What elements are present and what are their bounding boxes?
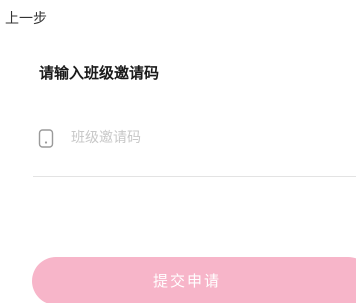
back-button[interactable]: 上一步 <box>5 9 47 29</box>
phone-icon <box>38 126 54 150</box>
submit-button[interactable]: 提交申请 <box>32 257 356 303</box>
invite-code-input[interactable] <box>71 126 341 150</box>
invite-code-page: 上一步 请输入班级邀请码 提交申请 <box>0 0 356 303</box>
invite-code-field[interactable] <box>33 116 356 177</box>
page-title: 请输入班级邀请码 <box>39 64 160 82</box>
